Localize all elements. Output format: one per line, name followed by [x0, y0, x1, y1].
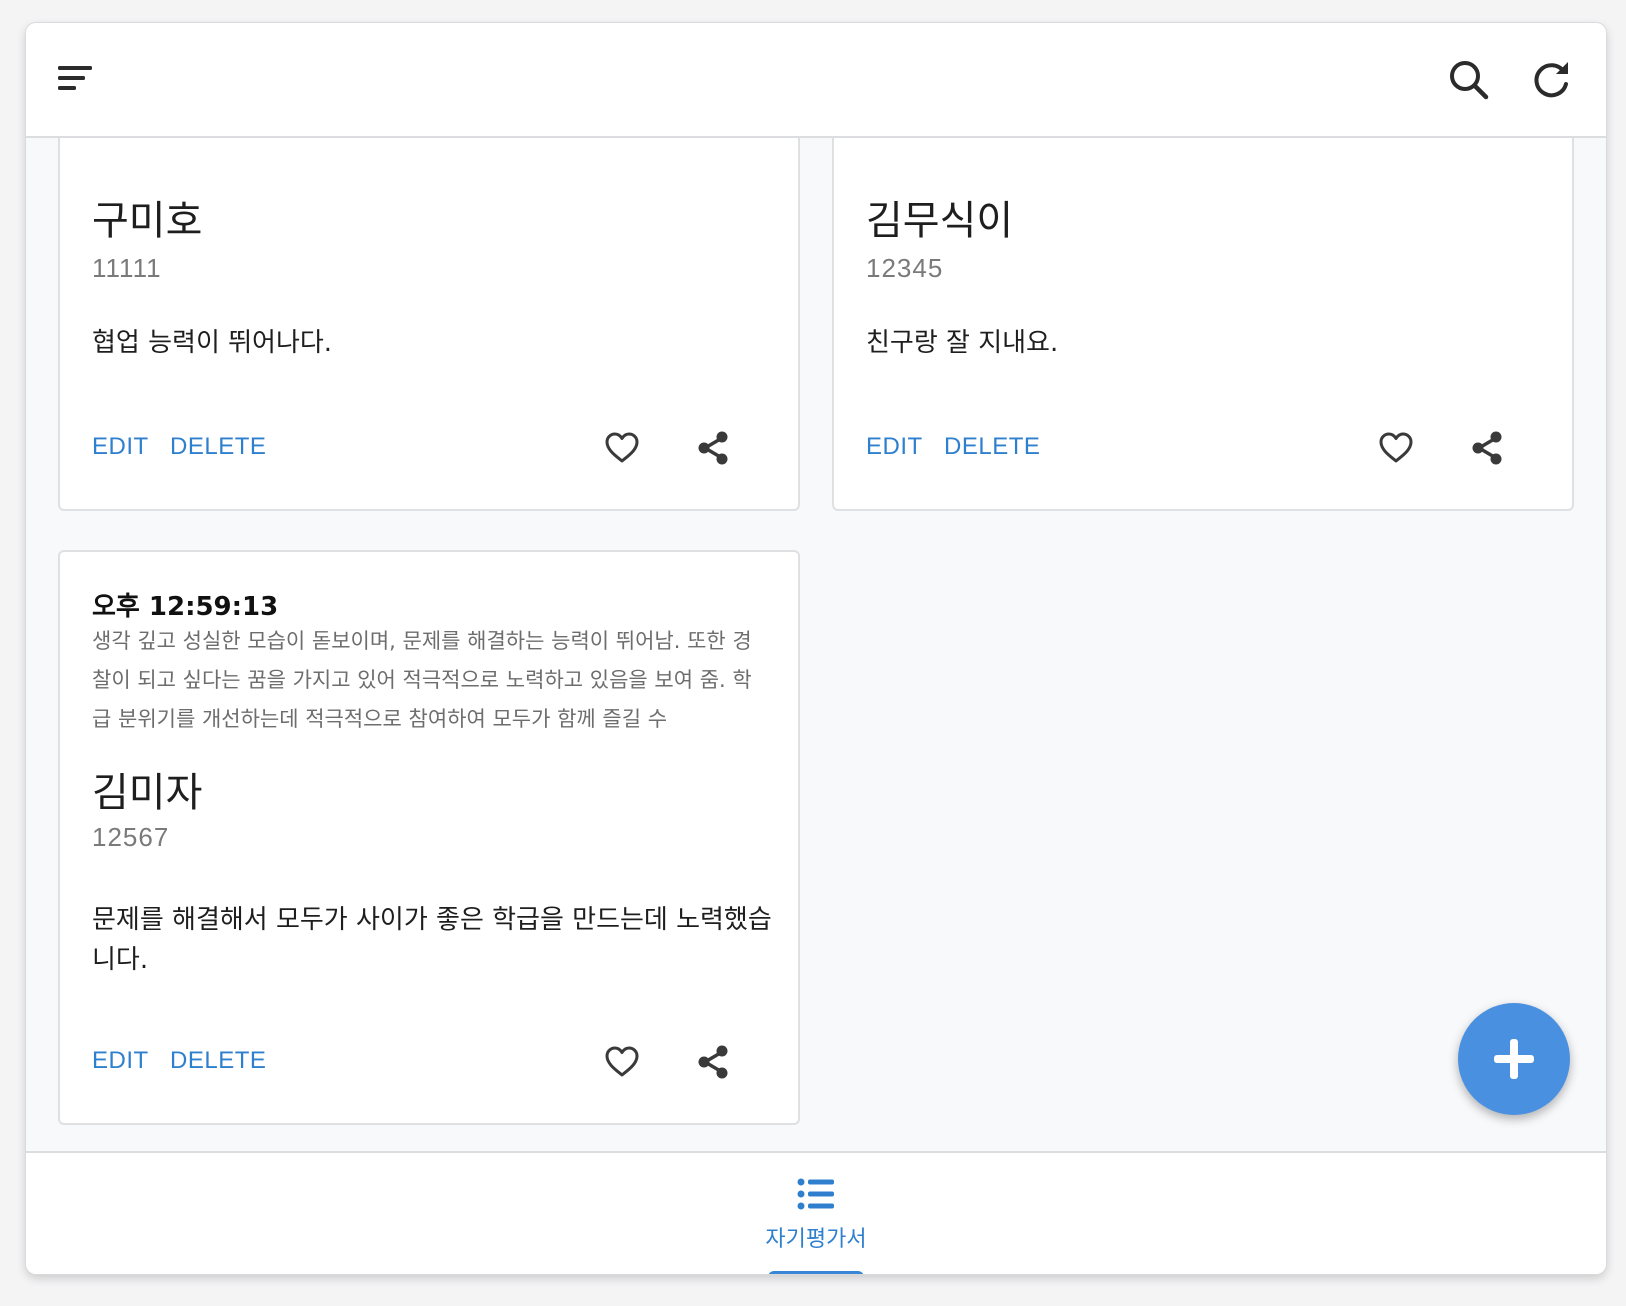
evaluation-text: 문제를 해결해서 모두가 사이가 좋은 학급을 만드는데 노력했습니다.	[92, 905, 772, 975]
favorite-button[interactable]	[1376, 428, 1416, 468]
share-button[interactable]	[694, 428, 734, 468]
timestamp: 오후 12:59:13	[92, 592, 279, 622]
search-icon	[1450, 61, 1489, 100]
delete-button[interactable]: DELETE	[944, 433, 1040, 461]
nav-item-label: 자기평가서	[765, 1227, 867, 1252]
evaluation-card: 김무식이 12345 친구랑 잘 지내요. EDIT DELETE	[832, 113, 1574, 511]
nav-item-self-evaluation[interactable]: 자기평가서	[736, 1175, 896, 1274]
menu-button[interactable]	[56, 59, 96, 99]
share-button[interactable]	[1468, 428, 1508, 468]
heart-icon	[1379, 432, 1413, 463]
evaluation-card: 오후 12:59:13 생각 깊고 성실한 모습이 돋보이며, 문제를 해결하는…	[58, 550, 800, 1125]
active-tab-indicator	[768, 1271, 864, 1274]
student-number: 12345	[866, 253, 944, 283]
edit-button[interactable]: EDIT	[866, 433, 923, 461]
refresh-button[interactable]	[1528, 57, 1574, 103]
share-icon	[1472, 431, 1502, 465]
favorite-button[interactable]	[602, 1042, 642, 1082]
sort-menu-icon	[58, 66, 92, 90]
edit-button[interactable]: EDIT	[92, 1047, 149, 1075]
favorite-button[interactable]	[602, 428, 642, 468]
evaluation-text: 친구랑 잘 지내요.	[866, 328, 1059, 358]
add-button[interactable]	[1458, 1003, 1570, 1115]
share-button[interactable]	[694, 1042, 734, 1082]
delete-button[interactable]: DELETE	[170, 433, 266, 461]
evaluation-card: 구미호 11111 협업 능력이 뛰어나다. EDIT DELETE	[58, 113, 800, 511]
student-name: 김미자	[92, 770, 203, 816]
top-app-bar	[26, 23, 1606, 138]
heart-icon	[605, 432, 639, 463]
bottom-navigation: 자기평가서	[26, 1151, 1606, 1274]
list-icon	[797, 1178, 834, 1210]
search-button[interactable]	[1446, 57, 1492, 103]
edit-button[interactable]: EDIT	[92, 433, 149, 461]
ai-summary-text: 생각 깊고 성실한 모습이 돋보이며, 문제를 해결하는 능력이 뛰어남. 또한…	[92, 629, 752, 731]
app-window: 구미호 11111 협업 능력이 뛰어나다. EDIT DELETE 김무식이 …	[26, 23, 1606, 1274]
share-icon	[698, 1045, 728, 1079]
plus-icon	[1494, 1039, 1534, 1079]
student-number: 11111	[92, 253, 162, 283]
share-icon	[698, 431, 728, 465]
student-number: 12567	[92, 822, 170, 852]
heart-icon	[605, 1046, 639, 1077]
student-name: 김무식이	[866, 198, 1014, 244]
delete-button[interactable]: DELETE	[170, 1047, 266, 1075]
refresh-icon	[1534, 62, 1568, 98]
student-name: 구미호	[92, 198, 203, 244]
evaluation-text: 협업 능력이 뛰어나다.	[92, 328, 333, 358]
